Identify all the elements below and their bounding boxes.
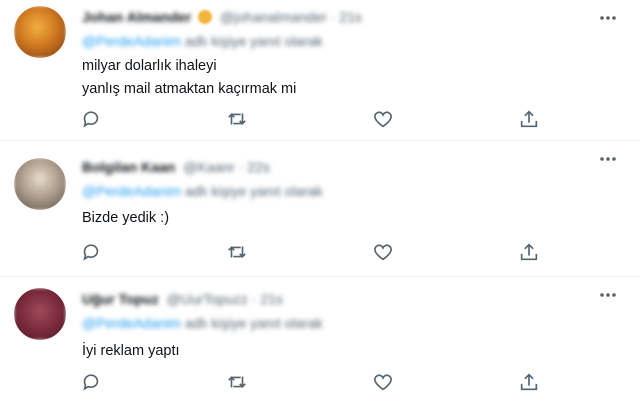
- reply-icon[interactable]: [80, 241, 102, 263]
- share-icon[interactable]: [518, 371, 540, 393]
- mention-link[interactable]: @PerdeAdanim: [82, 315, 181, 331]
- reply-context: @PerdeAdanim adlı kişiye yanıt olarak: [82, 33, 323, 49]
- author-handle[interactable]: @UurTopuzz · 21s: [167, 291, 283, 307]
- tweet[interactable]: Bolgilan Kaan @Kaanr · 22s @PerdeAdanim …: [0, 141, 640, 276]
- reply-suffix: adlı kişiye yanıt olarak: [184, 183, 323, 199]
- more-icon[interactable]: [598, 287, 618, 303]
- tweet-header: Johan Almander @johanalmander · 21s: [82, 9, 362, 27]
- avatar[interactable]: [14, 288, 66, 340]
- reply-context: @PerdeAdanim adlı kişiye yanıt olarak: [82, 315, 323, 331]
- tweet-header: Bolgilan Kaan @Kaanr · 22s: [82, 159, 270, 177]
- author-handle[interactable]: @Kaanr · 22s: [183, 159, 270, 175]
- tweet[interactable]: Johan Almander @johanalmander · 21s @Per…: [0, 0, 640, 150]
- tweet-text: Bizde yedik :): [82, 210, 170, 226]
- tweet-text: İyi reklam yaptı: [82, 343, 180, 359]
- reply-icon[interactable]: [80, 108, 102, 130]
- tweet-header: Uğur Topuz @UurTopuzz · 21s: [82, 291, 283, 309]
- emoji-icon: [198, 10, 213, 24]
- reply-suffix: adlı kişiye yanıt olarak: [184, 33, 323, 49]
- share-icon[interactable]: [518, 241, 540, 263]
- author-handle[interactable]: @johanalmander · 21s: [220, 9, 362, 25]
- avatar[interactable]: [14, 158, 66, 210]
- author-name[interactable]: Johan Almander: [82, 9, 191, 25]
- mention-link[interactable]: @PerdeAdanim: [82, 33, 181, 49]
- reply-context: @PerdeAdanim adlı kişiye yanıt olarak: [82, 183, 323, 199]
- share-icon[interactable]: [518, 108, 540, 130]
- author-name[interactable]: Bolgilan Kaan: [82, 159, 175, 175]
- more-icon[interactable]: [598, 10, 618, 26]
- mention-link[interactable]: @PerdeAdanim: [82, 183, 181, 199]
- like-icon[interactable]: [372, 241, 394, 263]
- like-icon[interactable]: [372, 108, 394, 130]
- reply-suffix: adlı kişiye yanıt olarak: [184, 315, 323, 331]
- like-icon[interactable]: [372, 371, 394, 393]
- retweet-icon[interactable]: [226, 371, 248, 393]
- avatar[interactable]: [14, 6, 66, 58]
- retweet-icon[interactable]: [226, 241, 248, 263]
- more-icon[interactable]: [598, 151, 618, 167]
- reply-icon[interactable]: [80, 371, 102, 393]
- retweet-icon[interactable]: [226, 108, 248, 130]
- author-name[interactable]: Uğur Topuz: [82, 291, 159, 307]
- tweet-text: milyar dolarlık ihaleyi yanlış mail atma…: [82, 58, 297, 97]
- tweet[interactable]: Uğur Topuz @UurTopuzz · 21s @PerdeAdanim…: [0, 277, 640, 410]
